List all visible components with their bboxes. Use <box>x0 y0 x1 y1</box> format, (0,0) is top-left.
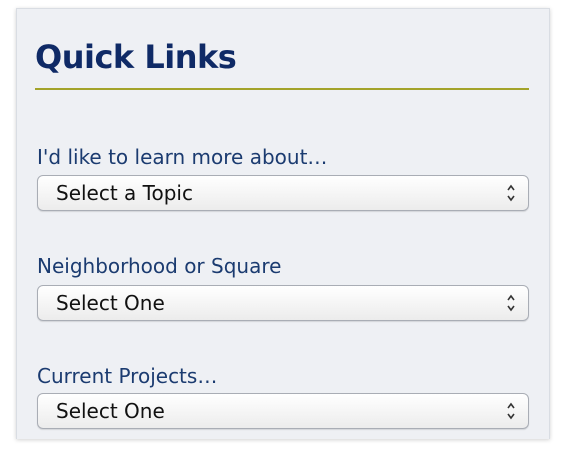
topic-label: I'd like to learn more about… <box>37 145 328 169</box>
quick-links-panel: Quick Links I'd like to learn more about… <box>16 8 550 439</box>
up-down-chevrons-icon <box>507 294 515 312</box>
projects-select[interactable]: Select One <box>37 393 529 429</box>
panel-title: Quick Links <box>35 38 237 76</box>
neighborhood-select[interactable]: Select One <box>37 285 529 321</box>
up-down-chevrons-icon <box>507 184 515 202</box>
projects-label: Current Projects… <box>37 364 218 388</box>
neighborhood-select-value: Select One <box>56 291 165 315</box>
topic-select[interactable]: Select a Topic <box>37 175 529 211</box>
neighborhood-label: Neighborhood or Square <box>37 254 282 278</box>
topic-select-value: Select a Topic <box>56 181 193 205</box>
up-down-chevrons-icon <box>507 402 515 420</box>
title-divider <box>35 88 529 90</box>
projects-select-value: Select One <box>56 399 165 423</box>
